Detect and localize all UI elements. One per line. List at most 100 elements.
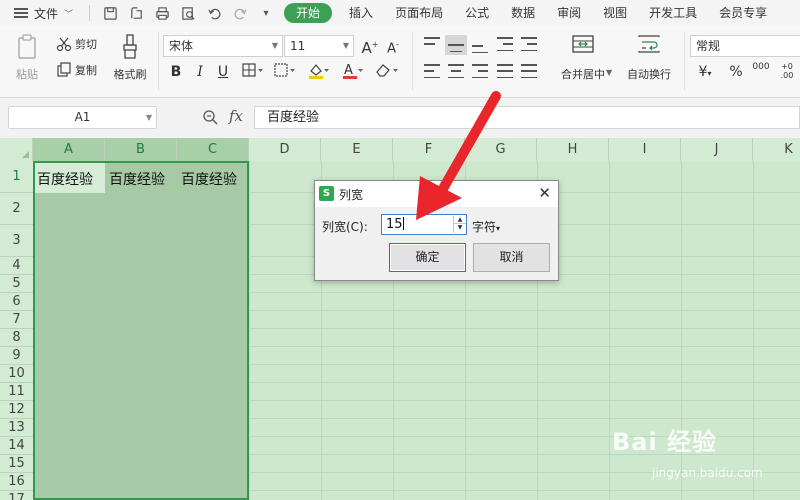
name-box[interactable]: A1 ▼: [8, 106, 157, 129]
increase-decimal-icon[interactable]: +0.00: [776, 62, 798, 82]
print-preview-icon[interactable]: [176, 2, 200, 24]
row-header-17[interactable]: 17: [0, 491, 33, 500]
row-header-3[interactable]: 3: [0, 225, 33, 257]
align-left-icon[interactable]: [424, 64, 440, 78]
row-header-5[interactable]: 5: [0, 275, 33, 293]
separator: [89, 5, 91, 21]
fill-color-icon[interactable]: [306, 62, 332, 82]
select-all-corner[interactable]: [0, 138, 33, 161]
number-format-select[interactable]: 常规: [690, 35, 800, 57]
decrease-font-icon[interactable]: A-: [384, 35, 402, 56]
save-icon[interactable]: [98, 2, 122, 24]
row-header-1[interactable]: 1: [0, 161, 33, 193]
fx-icon[interactable]: fx: [229, 107, 243, 125]
column-header-h[interactable]: H: [537, 138, 609, 161]
font-name-select[interactable]: 宋体 ▼: [163, 35, 283, 57]
cell-a1[interactable]: 百度经验: [37, 169, 93, 189]
row-header-7[interactable]: 7: [0, 311, 33, 329]
menu-icon[interactable]: [14, 8, 28, 18]
tab-member[interactable]: 会员专享: [708, 3, 778, 23]
thousands-icon[interactable]: 000: [750, 62, 772, 82]
clear-format-icon[interactable]: [372, 62, 402, 82]
column-header-c[interactable]: C: [177, 138, 249, 161]
separator: [158, 32, 159, 90]
column-header-d[interactable]: D: [249, 138, 321, 161]
file-menu[interactable]: 文件: [34, 5, 58, 22]
redo-icon[interactable]: [228, 2, 252, 24]
row-header-14[interactable]: 14: [0, 437, 33, 455]
percent-icon[interactable]: %: [727, 62, 745, 82]
wrap-text-button[interactable]: 自动换行: [622, 34, 676, 82]
cancel-button[interactable]: 取消: [473, 243, 550, 272]
row-header-9[interactable]: 9: [0, 347, 33, 365]
borders-icon[interactable]: [240, 62, 266, 82]
column-header-a[interactable]: A: [33, 138, 105, 161]
print-icon[interactable]: [150, 2, 174, 24]
row-header-13[interactable]: 13: [0, 419, 33, 437]
bold-icon[interactable]: B: [167, 62, 185, 82]
row-header-15[interactable]: 15: [0, 455, 33, 473]
decrease-indent-icon[interactable]: [497, 37, 513, 51]
align-middle-icon[interactable]: [445, 35, 467, 55]
tab-view[interactable]: 视图: [592, 3, 638, 23]
tab-developer[interactable]: 开发工具: [638, 3, 708, 23]
column-header-b[interactable]: B: [105, 138, 177, 161]
chevron-down-icon[interactable]: ▼: [146, 107, 152, 128]
cut-button[interactable]: 剪切: [56, 36, 97, 52]
underline-icon[interactable]: U: [214, 62, 232, 82]
increase-font-icon[interactable]: A+: [361, 35, 379, 57]
column-header-j[interactable]: J: [681, 138, 753, 161]
ok-button[interactable]: 确定: [389, 243, 466, 272]
row-header-12[interactable]: 12: [0, 401, 33, 419]
row-header-8[interactable]: 8: [0, 329, 33, 347]
format-painter-label: 格式刷: [113, 68, 147, 81]
column-width-label: 列宽(C):: [322, 220, 368, 234]
cell-c1[interactable]: 百度经验: [181, 169, 237, 189]
row-header-4[interactable]: 4: [0, 257, 33, 275]
distributed-icon[interactable]: [521, 64, 537, 78]
justify-icon[interactable]: [497, 64, 513, 78]
copy-button[interactable]: 复制: [56, 62, 97, 78]
tab-page-layout[interactable]: 页面布局: [384, 3, 454, 23]
font-size-select[interactable]: 11 ▼: [284, 35, 354, 57]
currency-icon[interactable]: ¥▾: [694, 62, 716, 82]
row-header-10[interactable]: 10: [0, 365, 33, 383]
font-color-icon[interactable]: A: [340, 62, 366, 82]
row-header-11[interactable]: 11: [0, 383, 33, 401]
customize-toolbar-icon[interactable]: ▾: [254, 2, 278, 24]
tab-data[interactable]: 数据: [500, 3, 546, 23]
row-header-6[interactable]: 6: [0, 293, 33, 311]
format-painter-button[interactable]: 格式刷: [108, 34, 152, 82]
align-top-icon[interactable]: [424, 37, 440, 51]
baidu-watermark: Bai 经验 jingyan.baidu.com: [612, 422, 787, 492]
align-center-icon[interactable]: [448, 64, 464, 78]
chevron-down-icon: ▼: [342, 41, 349, 50]
row-header-16[interactable]: 16: [0, 473, 33, 491]
row-header-2[interactable]: 2: [0, 193, 33, 225]
cell-b1[interactable]: 百度经验: [109, 169, 165, 189]
increase-indent-icon[interactable]: [521, 37, 537, 51]
chevron-down-icon[interactable]: ﹀: [64, 7, 73, 20]
export-icon[interactable]: [124, 2, 148, 24]
tab-review[interactable]: 审阅: [546, 3, 592, 23]
paste-button[interactable]: 粘贴: [10, 34, 44, 82]
column-header-i[interactable]: I: [609, 138, 681, 161]
italic-icon[interactable]: I: [191, 62, 209, 82]
copy-label: 复制: [75, 64, 97, 77]
column-header-k[interactable]: K: [753, 138, 800, 161]
column-header-e[interactable]: E: [321, 138, 393, 161]
tab-insert[interactable]: 插入: [338, 3, 384, 23]
chevron-down-icon[interactable]: ▼: [606, 68, 612, 77]
font-name-value: 宋体: [169, 39, 194, 53]
align-bottom-icon[interactable]: [472, 39, 488, 53]
copy-icon: [57, 62, 71, 77]
formula-input[interactable]: 百度经验: [254, 106, 800, 129]
align-right-icon[interactable]: [472, 64, 488, 78]
fill-pattern-icon[interactable]: [272, 62, 298, 82]
close-icon[interactable]: ✕: [538, 184, 551, 202]
merge-center-button[interactable]: 合并居中: [552, 34, 614, 82]
zoom-icon[interactable]: [202, 109, 218, 125]
undo-icon[interactable]: [202, 2, 226, 24]
tab-formulas[interactable]: 公式: [454, 3, 500, 23]
tab-home[interactable]: 开始: [284, 3, 333, 23]
